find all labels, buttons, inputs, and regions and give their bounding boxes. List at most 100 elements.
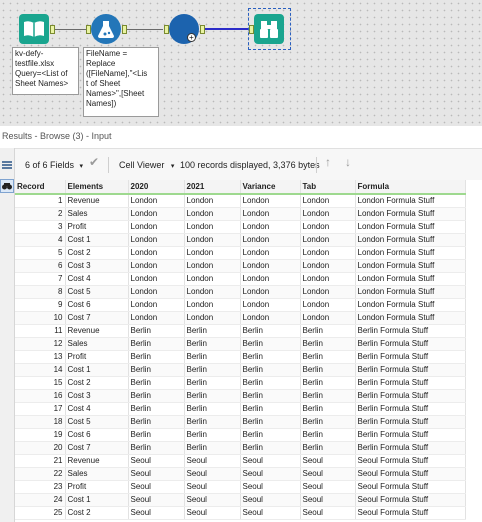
results-grid[interactable]: Record Elements 2020 2021 Variance Tab Formula… <box>15 180 482 522</box>
table-cell[interactable]: Berlin <box>240 415 301 429</box>
record-number-cell[interactable]: 23 <box>15 480 66 494</box>
table-cell[interactable]: Seoul <box>300 454 356 468</box>
table-row[interactable]: 7 Cost 4 London London London London London Fo… <box>15 272 466 286</box>
table-row[interactable]: 23 Profit Seoul Seoul Seoul Seoul Seoul Formul… <box>15 480 466 494</box>
table-cell[interactable]: Berlin <box>128 376 185 390</box>
table-cell[interactable]: Seoul <box>128 454 185 468</box>
table-cell[interactable]: Berlin Formula Stuff <box>355 350 466 364</box>
table-cell[interactable]: Berlin <box>128 337 185 351</box>
table-cell[interactable]: Berlin <box>240 324 301 338</box>
table-cell[interactable]: Seoul <box>240 506 301 520</box>
table-cell[interactable]: Seoul <box>300 506 356 520</box>
table-row[interactable]: 8 Cost 5 London London London London London Fo… <box>15 285 466 299</box>
binoculars-icon[interactable] <box>0 179 14 193</box>
table-cell[interactable]: Berlin <box>128 441 185 455</box>
table-cell[interactable]: Berlin <box>300 415 356 429</box>
workflow-canvas[interactable]: + kv-defy- testfile.xlsx Query=<List of … <box>0 0 482 126</box>
arrow-down-icon[interactable]: ↓ <box>345 156 351 168</box>
table-cell[interactable]: Seoul Formula Stuff <box>355 480 466 494</box>
table-row[interactable]: 21 Revenue Seoul Seoul Seoul Seoul Seoul Formu… <box>15 454 466 468</box>
table-cell[interactable]: London <box>128 207 185 221</box>
table-cell[interactable]: Berlin <box>184 337 241 351</box>
table-cell[interactable]: London Formula Stuff <box>355 246 466 260</box>
table-row[interactable]: 22 Sales Seoul Seoul Seoul Seoul Seoul Formula… <box>15 467 466 481</box>
table-cell[interactable]: Berlin <box>184 376 241 390</box>
table-cell[interactable]: Berlin <box>184 324 241 338</box>
formula-tool[interactable] <box>91 14 121 44</box>
apply-checkmark-icon[interactable]: ✔ <box>89 156 99 168</box>
table-cell[interactable]: Seoul <box>240 454 301 468</box>
table-cell[interactable]: London <box>300 233 356 247</box>
record-number-cell[interactable]: 13 <box>15 350 66 364</box>
table-cell[interactable]: Cost 1 <box>65 363 129 377</box>
table-cell[interactable]: Revenue <box>65 454 129 468</box>
column-header[interactable]: 2021 <box>184 180 241 195</box>
table-cell[interactable]: London <box>240 246 301 260</box>
table-cell[interactable]: Seoul <box>184 467 241 481</box>
record-number-cell[interactable]: 24 <box>15 493 66 507</box>
table-cell[interactable]: Berlin <box>128 350 185 364</box>
record-number-cell[interactable]: 10 <box>15 311 66 325</box>
table-cell[interactable]: Profit <box>65 350 129 364</box>
table-cell[interactable]: London <box>128 220 185 234</box>
table-row[interactable]: 19 Cost 6 Berlin Berlin Berlin Berlin Berlin F… <box>15 428 466 442</box>
table-cell[interactable]: Seoul <box>128 506 185 520</box>
table-cell[interactable]: Berlin Formula Stuff <box>355 428 466 442</box>
table-cell[interactable]: London Formula Stuff <box>355 207 466 221</box>
table-cell[interactable]: Revenue <box>65 324 129 338</box>
table-row[interactable]: 20 Cost 7 Berlin Berlin Berlin Berlin Berlin F… <box>15 441 466 455</box>
table-cell[interactable]: Berlin <box>300 402 356 416</box>
list-view-icon[interactable] <box>0 158 14 172</box>
table-cell[interactable]: Profit <box>65 480 129 494</box>
table-cell[interactable]: Cost 4 <box>65 402 129 416</box>
table-cell[interactable]: London <box>240 311 301 325</box>
table-cell[interactable]: London <box>184 298 241 312</box>
record-number-cell[interactable]: 14 <box>15 363 66 377</box>
table-cell[interactable]: London <box>128 233 185 247</box>
table-cell[interactable]: Cost 3 <box>65 259 129 273</box>
table-row[interactable]: 24 Cost 1 Seoul Seoul Seoul Seoul Seoul Formul… <box>15 493 466 507</box>
table-cell[interactable]: London <box>128 259 185 273</box>
column-header[interactable]: Variance <box>240 180 301 195</box>
table-cell[interactable]: London <box>184 194 241 208</box>
table-row[interactable]: 25 Cost 2 Seoul Seoul Seoul Seoul Seoul Formul… <box>15 506 466 520</box>
column-header[interactable]: Elements <box>65 180 129 195</box>
table-cell[interactable]: Berlin <box>128 402 185 416</box>
table-cell[interactable]: Cost 6 <box>65 298 129 312</box>
record-number-cell[interactable]: 9 <box>15 298 66 312</box>
table-cell[interactable]: London <box>184 272 241 286</box>
fields-selector[interactable]: 6 of 6 Fields ▾ <box>25 159 83 173</box>
table-cell[interactable]: London <box>128 285 185 299</box>
table-row[interactable]: 2 Sales London London London London London For… <box>15 207 466 221</box>
table-cell[interactable]: London <box>184 246 241 260</box>
table-row[interactable]: 3 Profit London London London London London Fo… <box>15 220 466 234</box>
table-cell[interactable]: Berlin <box>300 324 356 338</box>
table-cell[interactable]: London <box>128 311 185 325</box>
table-cell[interactable]: London <box>240 220 301 234</box>
table-cell[interactable]: London <box>240 298 301 312</box>
table-cell[interactable]: Cost 3 <box>65 389 129 403</box>
table-cell[interactable]: London Formula Stuff <box>355 194 466 208</box>
table-cell[interactable]: London <box>240 194 301 208</box>
table-cell[interactable]: Berlin <box>240 441 301 455</box>
table-row[interactable]: 12 Sales Berlin Berlin Berlin Berlin Berlin Fo… <box>15 337 466 351</box>
record-number-cell[interactable]: 20 <box>15 441 66 455</box>
table-cell[interactable]: Berlin <box>184 350 241 364</box>
table-row[interactable]: 9 Cost 6 London London London London London Fo… <box>15 298 466 312</box>
table-cell[interactable]: Berlin <box>128 324 185 338</box>
table-cell[interactable]: Berlin <box>240 402 301 416</box>
table-cell[interactable]: Berlin Formula Stuff <box>355 402 466 416</box>
table-cell[interactable]: London <box>240 233 301 247</box>
column-header[interactable]: Tab <box>300 180 356 195</box>
table-cell[interactable]: Seoul <box>300 467 356 481</box>
table-cell[interactable]: Berlin <box>184 415 241 429</box>
table-cell[interactable]: London <box>300 311 356 325</box>
table-cell[interactable]: London <box>300 194 356 208</box>
table-cell[interactable]: Berlin <box>184 363 241 377</box>
table-cell[interactable]: London <box>240 272 301 286</box>
table-row[interactable]: 6 Cost 3 London London London London London Fo… <box>15 259 466 273</box>
table-cell[interactable]: London <box>184 207 241 221</box>
table-cell[interactable]: Cost 7 <box>65 441 129 455</box>
table-cell[interactable]: London <box>184 233 241 247</box>
table-cell[interactable]: London <box>184 311 241 325</box>
